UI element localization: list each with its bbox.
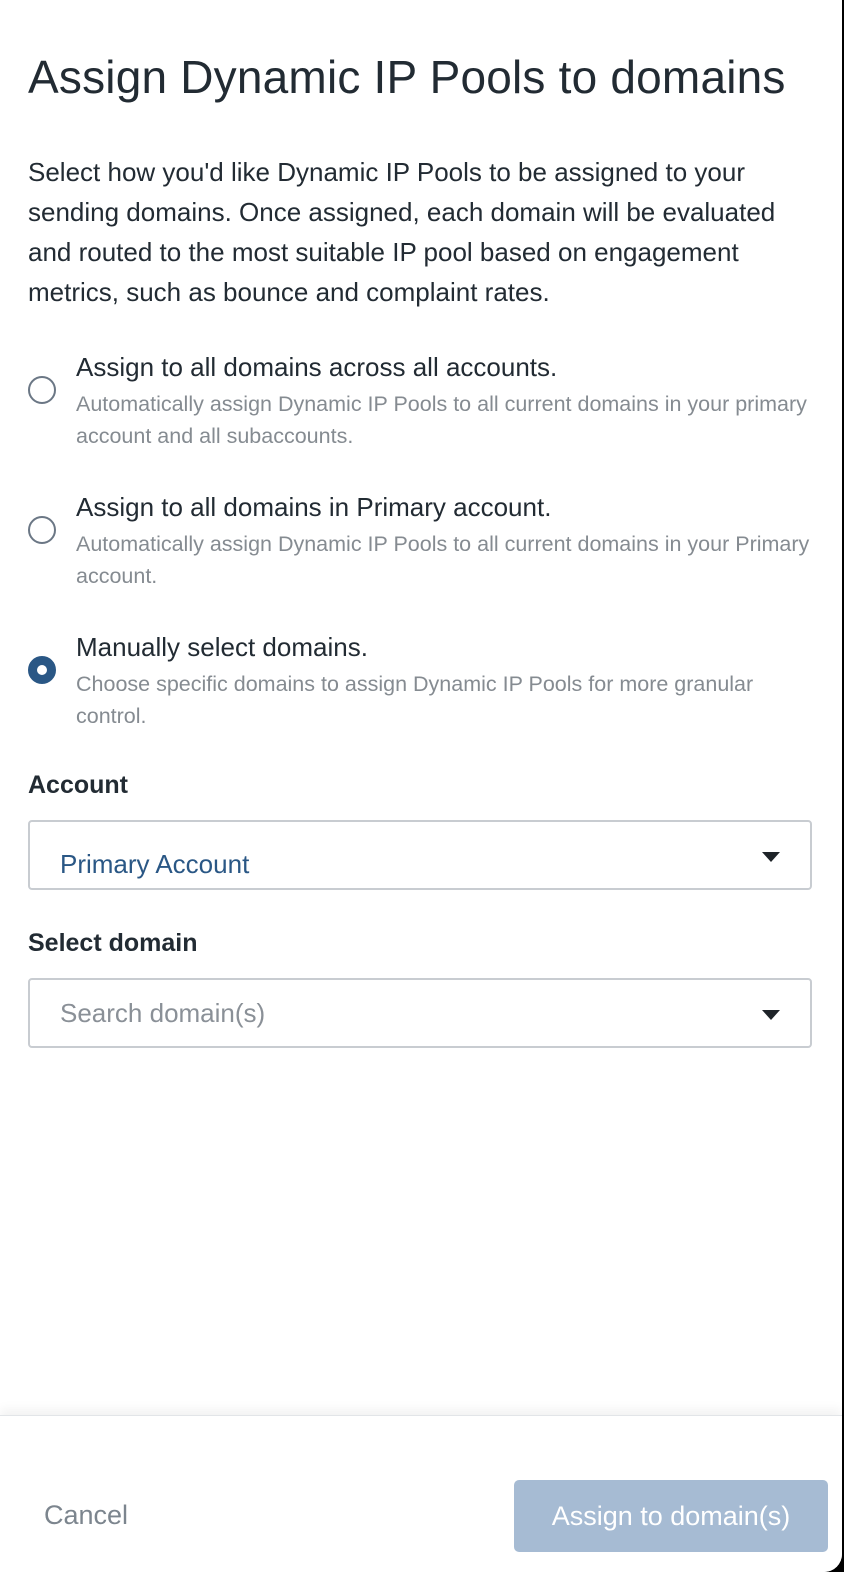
assign-to-domains-button[interactable]: Assign to domain(s)	[514, 1480, 828, 1552]
dialog-title: Assign Dynamic IP Pools to domains	[28, 51, 786, 103]
option-primary-account[interactable]: Assign to all domains in Primary account…	[28, 490, 812, 592]
account-select[interactable]: Primary Account	[28, 820, 812, 890]
domain-search-placeholder: Search domain(s)	[60, 998, 266, 1028]
radio-manual-select[interactable]	[28, 656, 56, 684]
radio-primary-account[interactable]	[28, 516, 56, 544]
dialog-footer: Cancel Assign to domain(s)	[0, 1415, 842, 1572]
option-label: Assign to all domains in Primary account…	[76, 492, 552, 522]
radio-all-accounts[interactable]	[28, 376, 56, 404]
caret-down-icon	[762, 1010, 780, 1020]
dialog-content: Assign Dynamic IP Pools to domains Selec…	[28, 0, 812, 1048]
option-all-accounts[interactable]: Assign to all domains across all account…	[28, 350, 812, 452]
assign-ip-pools-dialog: Assign Dynamic IP Pools to domains Selec…	[0, 0, 842, 1572]
option-sublabel: Automatically assign Dynamic IP Pools to…	[76, 532, 810, 588]
option-label: Manually select domains.	[76, 632, 368, 662]
dialog-description: Select how you'd like Dynamic IP Pools t…	[28, 157, 776, 307]
domain-search-select[interactable]: Search domain(s)	[28, 978, 812, 1048]
option-sublabel: Automatically assign Dynamic IP Pools to…	[76, 392, 807, 448]
account-select-value: Primary Account	[60, 849, 250, 879]
select-domain-label: Select domain	[28, 929, 198, 957]
assignment-options: Assign to all domains across all account…	[28, 350, 812, 732]
option-sublabel: Choose specific domains to assign Dynami…	[76, 672, 754, 728]
option-label: Assign to all domains across all account…	[76, 352, 558, 382]
caret-down-icon	[762, 852, 780, 862]
cancel-button[interactable]: Cancel	[44, 1498, 128, 1532]
account-label: Account	[28, 771, 128, 799]
option-manual-select[interactable]: Manually select domains. Choose specific…	[28, 630, 812, 732]
